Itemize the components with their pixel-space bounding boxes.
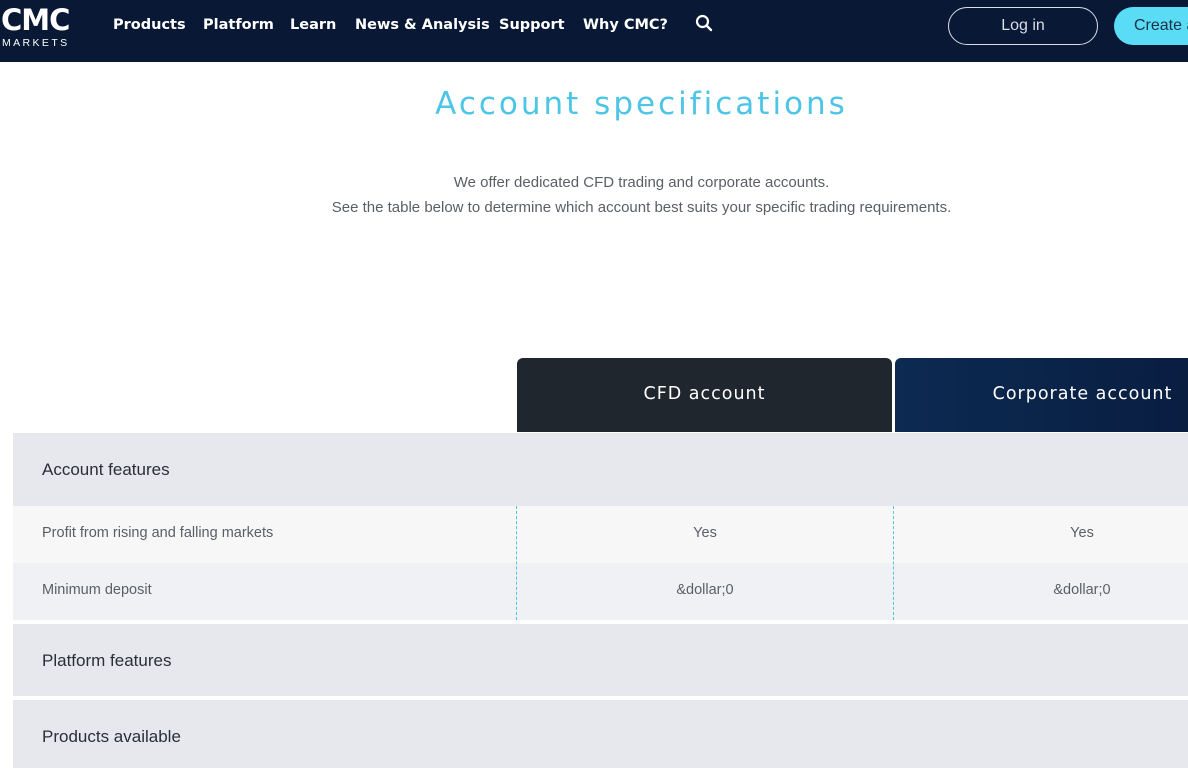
nav-item-news-analysis[interactable]: News & Analysis [355,15,490,35]
column-divider [893,506,894,620]
logo-subtitle: MARKETS [2,37,70,49]
column-header-cfd-account: CFD account [517,358,892,432]
cell-corporate-value: Yes [1070,525,1094,541]
top-navigation: CMC MARKETS Products Platform Learn News… [0,0,1188,62]
cell-cfd-value: Yes [693,525,717,541]
nav-item-support[interactable]: Support [499,15,565,35]
create-account-button[interactable]: Create account [1114,7,1188,45]
search-icon[interactable] [695,14,713,32]
table-row: Minimum deposit &dollar;0 &dollar;0 [13,563,1188,620]
cmc-markets-logo[interactable]: CMC MARKETS [1,3,71,49]
column-header-corporate-account: Corporate account [895,358,1188,432]
section-platform-features[interactable]: Platform features [13,624,1188,696]
logo-mark: CMC [1,3,70,37]
section-products-available[interactable]: Products available [13,700,1188,768]
intro-text-line-2: See the table below to determine which a… [331,199,952,216]
login-button[interactable]: Log in [948,7,1098,45]
nav-item-learn[interactable]: Learn [290,15,336,35]
cell-cfd-value: &dollar;0 [676,582,734,598]
page-title: Account specifications [435,86,848,122]
nav-item-why-cmc[interactable]: Why CMC? [583,15,668,35]
row-label: Profit from rising and falling markets [42,525,274,541]
table-row: Profit from rising and falling markets Y… [13,506,1188,563]
cell-corporate-value: &dollar;0 [1053,582,1111,598]
nav-item-products[interactable]: Products [113,15,186,35]
section-title: Products available [42,727,181,746]
section-title: Account features [42,460,170,479]
column-divider [516,506,517,620]
section-account-features[interactable]: Account features [13,433,1188,506]
section-title: Platform features [42,651,172,670]
intro-text-line-1: We offer dedicated CFD trading and corpo… [453,174,830,191]
row-label: Minimum deposit [42,582,152,598]
nav-item-platform[interactable]: Platform [203,15,274,35]
